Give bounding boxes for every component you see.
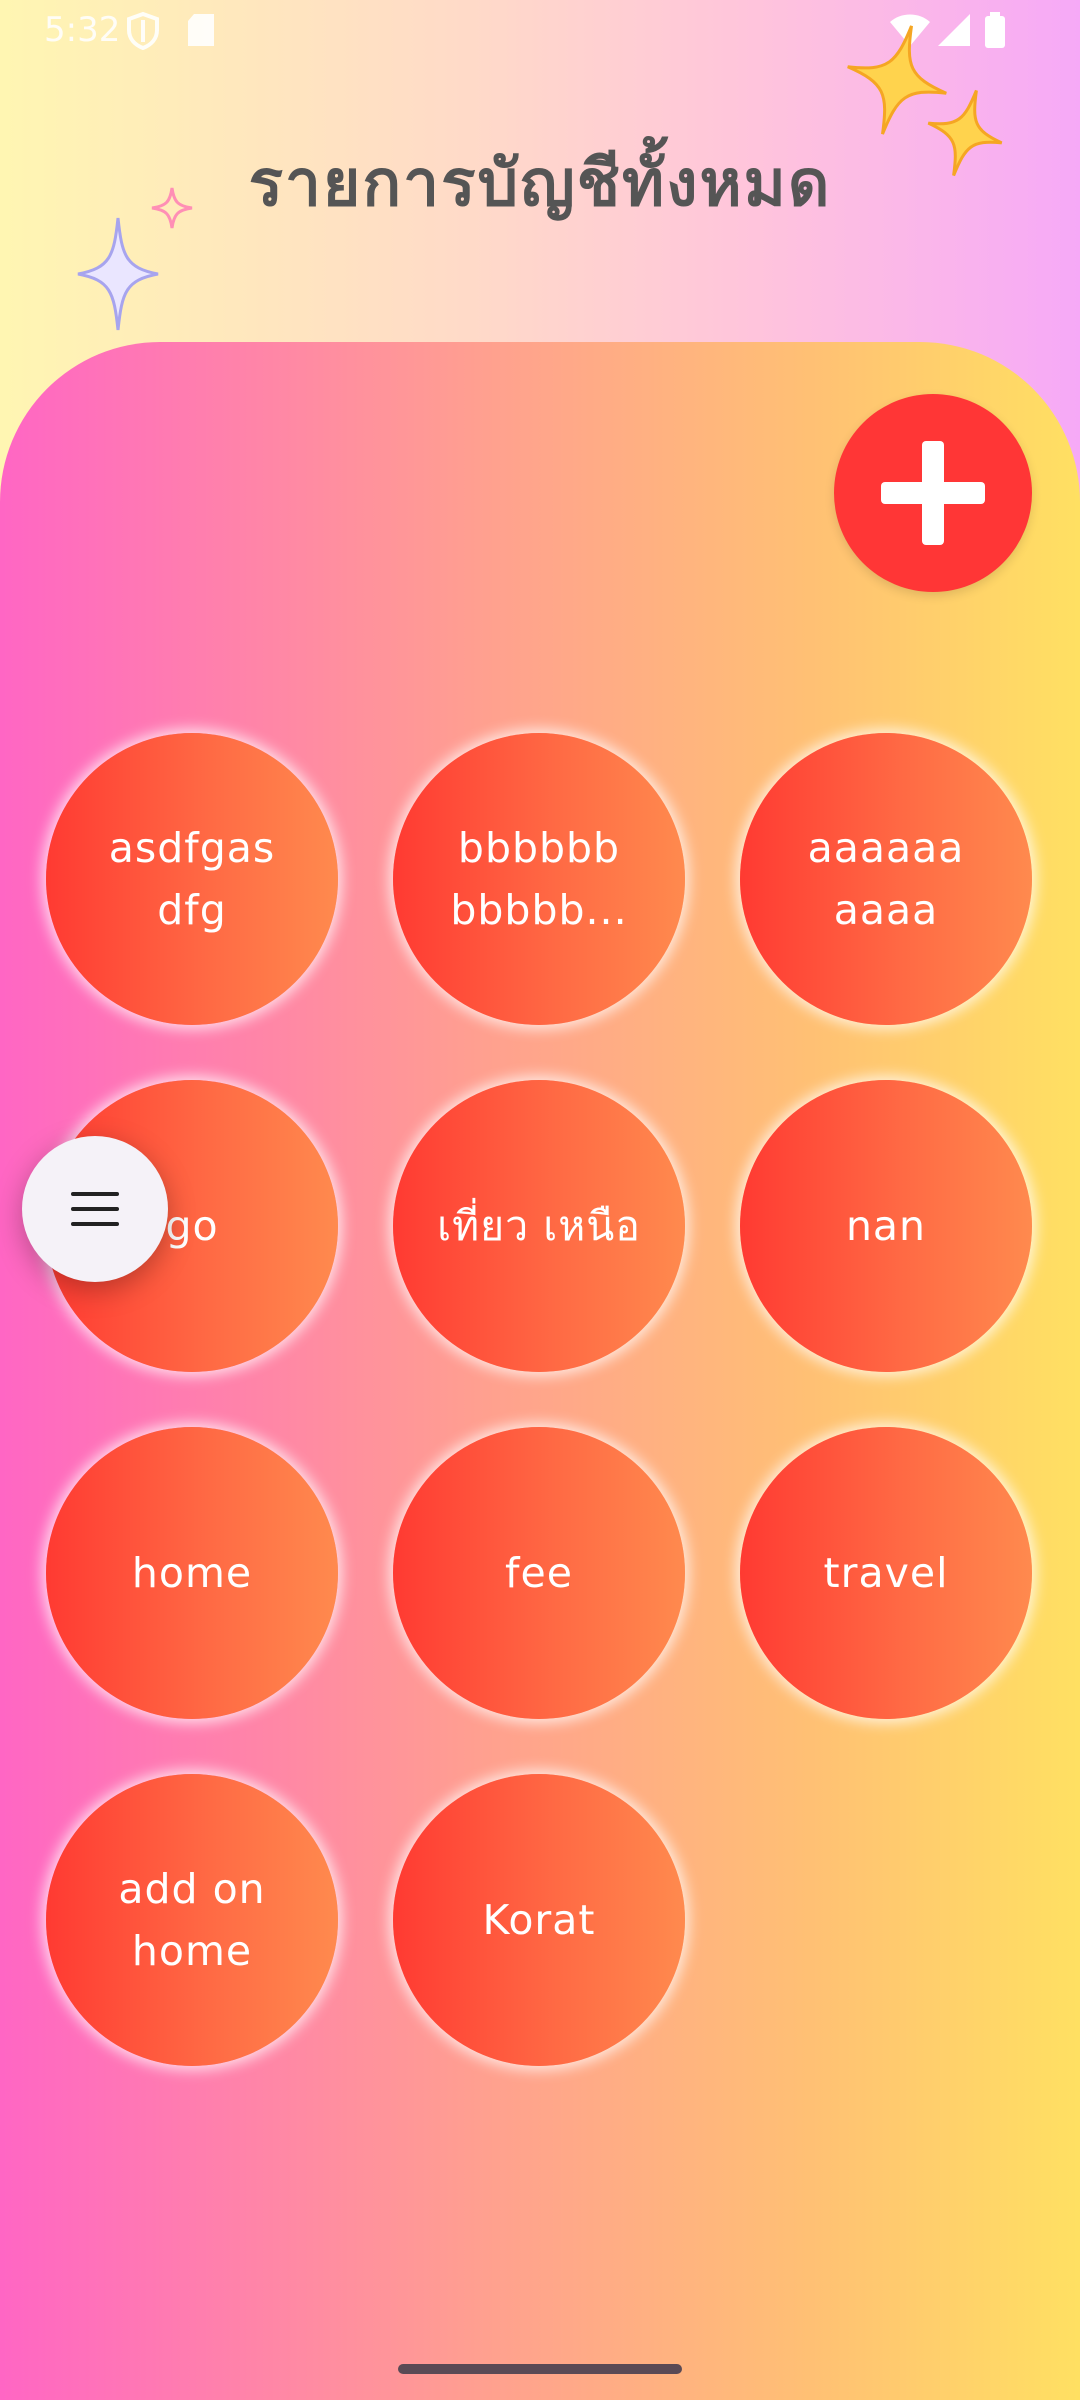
app-screen: 5:32 รายการบัญชีทั้งหมด asdfgas dfg bbbb… (0, 0, 1080, 2400)
account-label: home (131, 1549, 253, 1597)
account-item[interactable]: add on home (46, 1774, 338, 2066)
account-label: Korat (482, 1896, 596, 1944)
account-item[interactable]: เที่ยว เหนือ (393, 1080, 685, 1372)
account-label: travel (823, 1549, 949, 1597)
account-label: bbbbbb bbbbb... (450, 824, 628, 934)
hamburger-menu-icon (71, 1192, 119, 1226)
account-item[interactable]: nan (740, 1080, 1032, 1372)
page-title: รายการบัญชีทั้งหมด (248, 147, 832, 221)
shield-icon (126, 11, 160, 54)
account-item[interactable]: travel (740, 1427, 1032, 1719)
account-label: เที่ยว เหนือ (437, 1202, 641, 1250)
account-item[interactable]: aaaaaa aaaa (740, 733, 1032, 1025)
home-indicator[interactable] (398, 2364, 682, 2374)
account-item[interactable]: asdfgas dfg (46, 733, 338, 1025)
account-label: add on home (118, 1865, 266, 1975)
account-label: aaaaaa aaaa (807, 824, 965, 934)
account-label: nan (845, 1202, 927, 1250)
account-label: fee (505, 1549, 573, 1597)
account-label: asdfgas dfg (108, 824, 276, 934)
add-account-button[interactable] (834, 394, 1032, 592)
menu-button[interactable] (22, 1136, 168, 1282)
sd-card-icon (186, 12, 216, 52)
account-item[interactable]: home (46, 1427, 338, 1719)
account-item[interactable]: Korat (393, 1774, 685, 2066)
status-time: 5:32 (44, 10, 121, 50)
account-item[interactable]: fee (393, 1427, 685, 1719)
plus-icon (881, 441, 985, 545)
battery-icon (984, 12, 1006, 52)
account-item[interactable]: bbbbbb bbbbb... (393, 733, 685, 1025)
